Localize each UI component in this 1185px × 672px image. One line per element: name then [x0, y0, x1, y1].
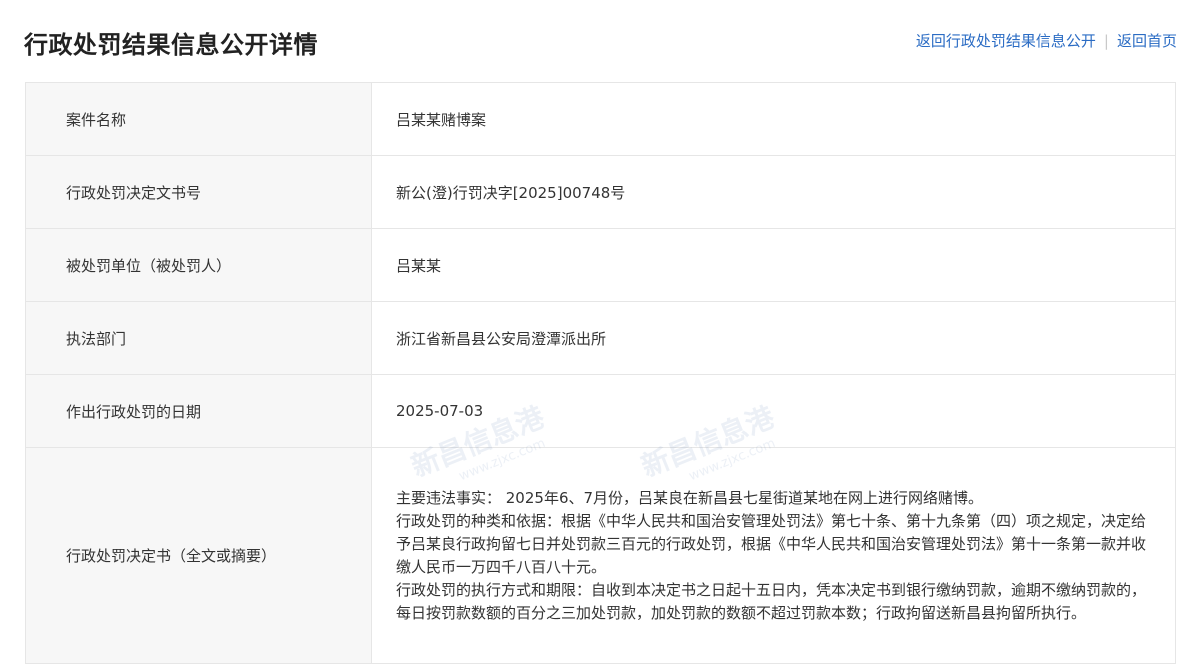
row-value: 吕某某	[371, 228, 1176, 302]
row-label: 行政处罚决定文书号	[25, 155, 372, 229]
table-row-enforcement-dept: 执法部门 浙江省新昌县公安局澄潭派出所	[25, 301, 1176, 375]
row-label: 执法部门	[25, 301, 372, 375]
row-value: 吕某某赌博案	[371, 82, 1176, 156]
row-label: 案件名称	[25, 82, 372, 156]
table-row-penalized-party: 被处罚单位（被处罚人） 吕某某	[25, 228, 1176, 302]
row-value: 浙江省新昌县公安局澄潭派出所	[371, 301, 1176, 375]
table-row-document-number: 行政处罚决定文书号 新公(澄)行罚决字[2025]00748号	[25, 155, 1176, 229]
row-label: 行政处罚决定书（全文或摘要）	[25, 447, 372, 664]
row-value: 新公(澄)行罚决字[2025]00748号	[371, 155, 1176, 229]
detail-table: 案件名称 吕某某赌博案 行政处罚决定文书号 新公(澄)行罚决字[2025]007…	[25, 82, 1176, 664]
nav-separator: |	[1103, 32, 1109, 50]
page-header: 行政处罚结果信息公开详情 返回行政处罚结果信息公开 | 返回首页	[0, 0, 1185, 82]
table-row-case-name: 案件名称 吕某某赌博案	[25, 82, 1176, 156]
back-to-list-link[interactable]: 返回行政处罚结果信息公开	[916, 32, 1096, 50]
row-label: 作出行政处罚的日期	[25, 374, 372, 448]
row-value: 2025-07-03	[371, 374, 1176, 448]
table-row-decision-document: 行政处罚决定书（全文或摘要） 主要违法事实： 2025年6、7月份，吕某良在新昌…	[25, 447, 1176, 664]
decision-paragraph-basis: 行政处罚的种类和依据：根据《中华人民共和国治安管理处罚法》第七十条、第十九条第（…	[396, 511, 1147, 576]
page-title: 行政处罚结果信息公开详情	[24, 31, 318, 59]
header-nav: 返回行政处罚结果信息公开 | 返回首页	[916, 30, 1177, 51]
decision-text: 主要违法事实： 2025年6、7月份，吕某良在新昌县七星街道某地在网上进行网络赌…	[371, 447, 1176, 664]
back-home-link[interactable]: 返回首页	[1117, 32, 1177, 50]
decision-paragraph-facts: 主要违法事实： 2025年6、7月份，吕某良在新昌县七星街道某地在网上进行网络赌…	[396, 488, 984, 507]
row-label: 被处罚单位（被处罚人）	[25, 228, 372, 302]
table-row-decision-date: 作出行政处罚的日期 2025-07-03	[25, 374, 1176, 448]
decision-paragraph-execution: 行政处罚的执行方式和期限：自收到本决定书之日起十五日内，凭本决定书到银行缴纳罚款…	[396, 580, 1147, 622]
